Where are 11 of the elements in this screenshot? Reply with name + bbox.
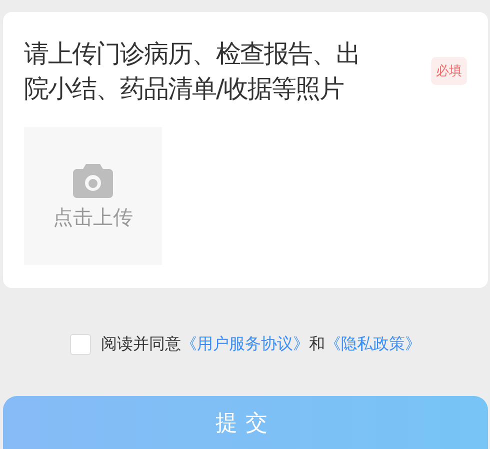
upload-label: 点击上传: [53, 204, 133, 230]
agree-checkbox[interactable]: [70, 334, 91, 355]
and-text: 和: [309, 334, 325, 355]
submit-button[interactable]: 提交: [3, 396, 488, 449]
agree-text: 阅读并同意: [101, 334, 181, 355]
required-badge: 必填: [431, 57, 467, 85]
camera-icon: [73, 162, 113, 198]
upload-title: 请上传门诊病历、检查报告、出院小结、药品清单/收据等照片: [24, 38, 361, 105]
upload-tile[interactable]: 点击上传: [24, 127, 162, 265]
privacy-link[interactable]: 《隐私政策》: [325, 334, 421, 355]
terms-link[interactable]: 《用户服务协议》: [181, 334, 309, 355]
